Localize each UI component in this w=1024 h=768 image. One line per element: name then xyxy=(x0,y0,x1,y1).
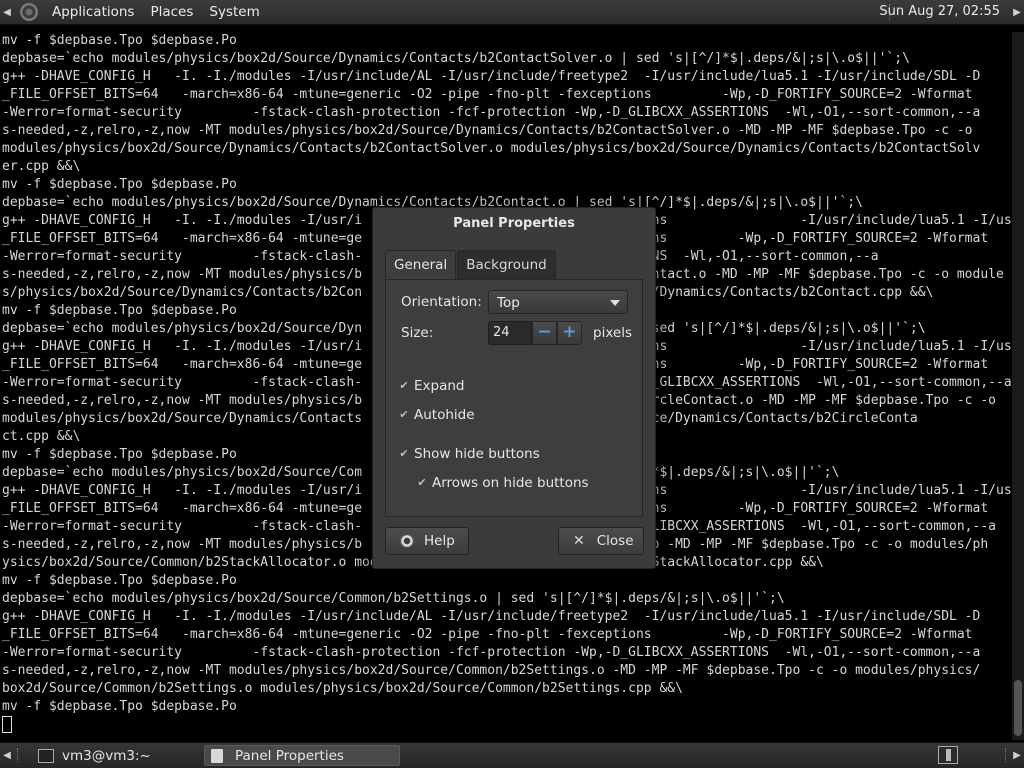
terminal-line: depbase=`echo modules/physics/box2d/Sour… xyxy=(2,591,785,606)
show-hide-buttons-label: Show hide buttons xyxy=(414,446,540,462)
size-input[interactable]: 24 xyxy=(488,321,532,345)
tab-background[interactable]: Background xyxy=(457,250,556,279)
orientation-value: Top xyxy=(497,295,520,311)
terminal-line: g++ -DHAVE_CONFIG_H -I. -I./modules -I/u… xyxy=(2,609,981,624)
orientation-combo[interactable]: Top xyxy=(488,290,628,314)
terminal-line: s-needed,-z,relro,-z,now -MT modules/phy… xyxy=(2,663,981,678)
general-tab-panel: Orientation: Top Size: 24 − + pixels ✔ E… xyxy=(385,279,643,517)
close-icon: ✕ xyxy=(573,533,585,549)
tab-general[interactable]: General xyxy=(385,250,457,279)
size-increase-button[interactable]: + xyxy=(557,321,582,345)
cursor-icon xyxy=(2,716,12,733)
terminal-line: mv -f $depbase.Tpo $depbase.Po xyxy=(2,699,237,714)
size-decrease-button[interactable]: − xyxy=(532,321,557,345)
checkmark-icon: ✔ xyxy=(399,379,409,392)
checkmark-icon: ✔ xyxy=(399,408,409,421)
expand-checkbox[interactable]: ✔ Expand xyxy=(398,378,465,394)
terminal-line: modules/physics/box2d/Source/Dynamics/Co… xyxy=(2,141,981,156)
close-label: Close xyxy=(596,533,634,549)
terminal-line: -Werror=format-security -fstack-clash-pr… xyxy=(2,645,981,660)
distro-logo-icon[interactable] xyxy=(20,3,38,21)
size-label: Size: xyxy=(401,325,434,341)
checkmark-icon: ✔ xyxy=(417,476,427,489)
terminal-line: mv -f $depbase.Tpo $depbase.Po xyxy=(2,573,237,588)
arrows-on-hide-buttons-label: Arrows on hide buttons xyxy=(432,475,589,491)
taskbar-item-terminal[interactable]: vm3@vm3:~ xyxy=(32,745,198,766)
terminal-line: g++ -DHAVE_CONFIG_H -I. -I./modules -I/u… xyxy=(2,69,981,84)
terminal-line: s-needed,-z,relro,-z,now -MT modules/phy… xyxy=(2,123,973,138)
menu-places[interactable]: Places xyxy=(142,0,201,24)
autohide-checkbox[interactable]: ✔ Autohide xyxy=(398,407,475,423)
panel-hide-right-icon[interactable]: ▶ xyxy=(1010,743,1024,768)
panel-hide-left-icon[interactable]: ◀ xyxy=(0,0,14,24)
terminal-line: depbase=`echo modules/physics/box2d/Sour… xyxy=(2,51,910,66)
terminal-line: -Werror=format-security -fstack-clash-pr… xyxy=(2,105,981,120)
terminal-icon xyxy=(38,748,54,763)
terminal-line: er.cpp &&\ xyxy=(2,159,81,174)
tab-bar: General Background xyxy=(385,250,557,279)
expand-label: Expand xyxy=(414,378,465,394)
menu-system[interactable]: System xyxy=(201,0,267,24)
dialog-title: Panel Properties xyxy=(453,216,575,231)
panel-hide-left-icon[interactable]: ◀ xyxy=(0,743,14,768)
size-unit-label: pixels xyxy=(593,325,632,341)
terminal-line: _FILE_OFFSET_BITS=64 -march=x86-64 -mtun… xyxy=(2,627,973,642)
menu-applications[interactable]: Applications xyxy=(44,0,142,24)
show-hide-buttons-checkbox[interactable]: ✔ Show hide buttons xyxy=(398,446,540,462)
taskbar-item-panel-properties[interactable]: Panel Properties xyxy=(204,745,400,766)
orientation-label: Orientation: xyxy=(401,294,482,310)
terminal-line: mv -f $depbase.Tpo $depbase.Po xyxy=(2,33,237,48)
top-panel: ◀ Applications Places System Sun Aug 27,… xyxy=(0,0,1024,25)
terminal-prompt-line[interactable] xyxy=(0,716,1012,734)
window-icon xyxy=(211,748,223,763)
help-lifebuoy-icon xyxy=(400,534,414,548)
chevron-down-icon xyxy=(610,300,620,306)
terminal-scrollbar[interactable] xyxy=(1012,32,1024,740)
autohide-label: Autohide xyxy=(414,407,475,423)
terminal-line: mv -f $depbase.Tpo $depbase.Po xyxy=(2,177,237,192)
panel-hide-right-icon[interactable]: ▶ xyxy=(1010,0,1024,24)
close-button[interactable]: ✕ Close xyxy=(558,527,644,555)
terminal-line: _FILE_OFFSET_BITS=64 -march=x86-64 -mtun… xyxy=(2,87,973,102)
panel-separator xyxy=(1005,748,1008,762)
taskbar-item-label: vm3@vm3:~ xyxy=(62,747,151,764)
bottom-panel: ◀ vm3@vm3:~ Panel Properties ▶ xyxy=(0,742,1024,768)
panel-separator xyxy=(17,748,20,762)
terminal-line: box2d/Source/Common/b2Settings.o modules… xyxy=(2,681,683,696)
scrollbar-thumb[interactable] xyxy=(1014,680,1022,736)
help-label: Help xyxy=(424,533,455,549)
checkmark-icon: ✔ xyxy=(399,447,409,460)
arrows-on-hide-buttons-checkbox[interactable]: ✔ Arrows on hide buttons xyxy=(416,475,589,491)
panel-properties-dialog: Panel Properties General Background Orie… xyxy=(372,207,656,569)
taskbar-item-label: Panel Properties xyxy=(235,747,344,764)
workspace-switcher-icon[interactable] xyxy=(938,746,958,764)
help-button[interactable]: Help xyxy=(385,527,469,555)
clock[interactable]: Sun Aug 27, 02:55 xyxy=(879,0,1000,24)
